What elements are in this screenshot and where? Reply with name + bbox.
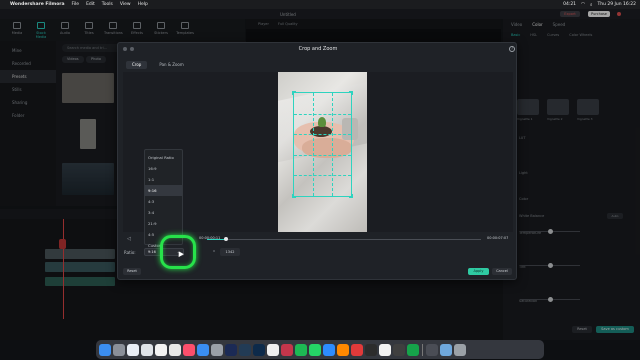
menu-tools[interactable]: Tools — [102, 2, 113, 7]
crop-gridline — [312, 93, 314, 196]
cancel-button[interactable]: Cancel — [492, 268, 512, 275]
menu-help[interactable]: Help — [138, 2, 148, 7]
dock-separator — [422, 343, 423, 356]
ratio-dropdown: Original Ratio 16:9 1:1 9:16 4:3 3:4 21:… — [144, 149, 183, 248]
ratio-option-21-9[interactable]: 21:9 — [145, 218, 182, 229]
end-timecode: 00:00:07:07 — [487, 236, 509, 240]
whatsapp-icon[interactable] — [309, 343, 321, 356]
crop-gridline — [294, 134, 351, 136]
ratio-option-16-9[interactable]: 16:9 — [145, 163, 182, 174]
menu-edit[interactable]: Edit — [86, 2, 95, 7]
dock — [96, 340, 544, 359]
menubar: Wondershare Filmora File Edit Tools View… — [0, 0, 640, 9]
app-store-icon[interactable] — [197, 343, 209, 356]
dialog-tabs: Crop Pan & Zoom — [126, 61, 190, 69]
spotify-icon[interactable] — [295, 343, 307, 356]
dialog-title: Crop and Zoom — [298, 46, 338, 52]
wifi-icon[interactable]: ◠ — [581, 2, 585, 7]
ratio-label: Ratio: — [124, 250, 136, 255]
playback-scrubber[interactable] — [207, 237, 481, 241]
downloads-icon[interactable] — [426, 343, 438, 356]
music-icon[interactable] — [183, 343, 195, 356]
scrubber-knob[interactable] — [224, 237, 229, 241]
crop-gridline — [294, 175, 351, 177]
capcut-icon[interactable] — [365, 343, 377, 356]
search-icon[interactable]: ⌕ — [590, 2, 593, 8]
filmora-dock-icon[interactable] — [351, 343, 363, 356]
crop-rectangle[interactable] — [292, 91, 353, 198]
tab-pan-zoom[interactable]: Pan & Zoom — [153, 61, 189, 69]
height-field[interactable]: 1342 — [220, 248, 240, 256]
menu-app-name[interactable]: Wondershare Filmora — [10, 2, 65, 7]
ratio-option-4-3[interactable]: 4:3 — [145, 196, 182, 207]
lightroom-icon[interactable] — [239, 343, 251, 356]
crop-handle[interactable] — [349, 194, 353, 198]
zoom-icon[interactable] — [323, 343, 335, 356]
settings-icon[interactable] — [211, 343, 223, 356]
ratio-option-1-1[interactable]: 1:1 — [145, 174, 182, 185]
crop-handle[interactable] — [292, 91, 296, 95]
ratio-option-3-4[interactable]: 3:4 — [145, 207, 182, 218]
clock[interactable]: Thu 29 Jun 16:22 — [598, 2, 636, 7]
menu-file[interactable]: File — [72, 2, 80, 7]
ratio-option-original[interactable]: Original Ratio — [145, 152, 182, 163]
ratio-option-9-16[interactable]: 9:16 — [145, 185, 182, 196]
notion-icon[interactable] — [379, 343, 391, 356]
launchpad-icon[interactable] — [113, 343, 125, 356]
trash-icon[interactable] — [454, 343, 466, 356]
crop-handle[interactable] — [292, 194, 296, 198]
photos-icon[interactable] — [169, 343, 181, 356]
fantastical-icon[interactable] — [281, 343, 293, 356]
screen: Wondershare Filmora File Edit Tools View… — [0, 0, 640, 360]
safari-icon[interactable] — [127, 343, 139, 356]
vlc-icon[interactable] — [337, 343, 349, 356]
terminal-icon[interactable] — [393, 343, 405, 356]
crop-gridline — [294, 113, 351, 115]
calendar-icon[interactable] — [155, 343, 167, 356]
photoshop-icon[interactable] — [253, 343, 265, 356]
volume-icon[interactable]: ◁ — [127, 236, 131, 242]
help-icon[interactable]: ? — [509, 46, 515, 52]
upwork-icon[interactable] — [407, 343, 419, 356]
apply-button[interactable]: Apply — [468, 268, 489, 275]
cpu-indicator[interactable]: 04:21 — [563, 2, 576, 7]
folder-icon[interactable] — [440, 343, 452, 356]
mail-icon[interactable] — [141, 343, 153, 356]
preview-icon[interactable] — [267, 343, 279, 356]
dimension-separator: x — [213, 249, 216, 253]
crop-handle[interactable] — [349, 91, 353, 95]
menu-view[interactable]: View — [120, 2, 131, 7]
menubar-status: 04:21 ◠ ⌕ Thu 29 Jun 16:22 — [563, 0, 636, 9]
reset-button[interactable]: Reset — [123, 268, 141, 275]
premiere-icon[interactable] — [225, 343, 237, 356]
crop-gridline — [331, 93, 333, 196]
finder-icon[interactable] — [99, 343, 111, 356]
crop-gridline — [294, 154, 351, 156]
tab-crop[interactable]: Crop — [126, 61, 148, 69]
